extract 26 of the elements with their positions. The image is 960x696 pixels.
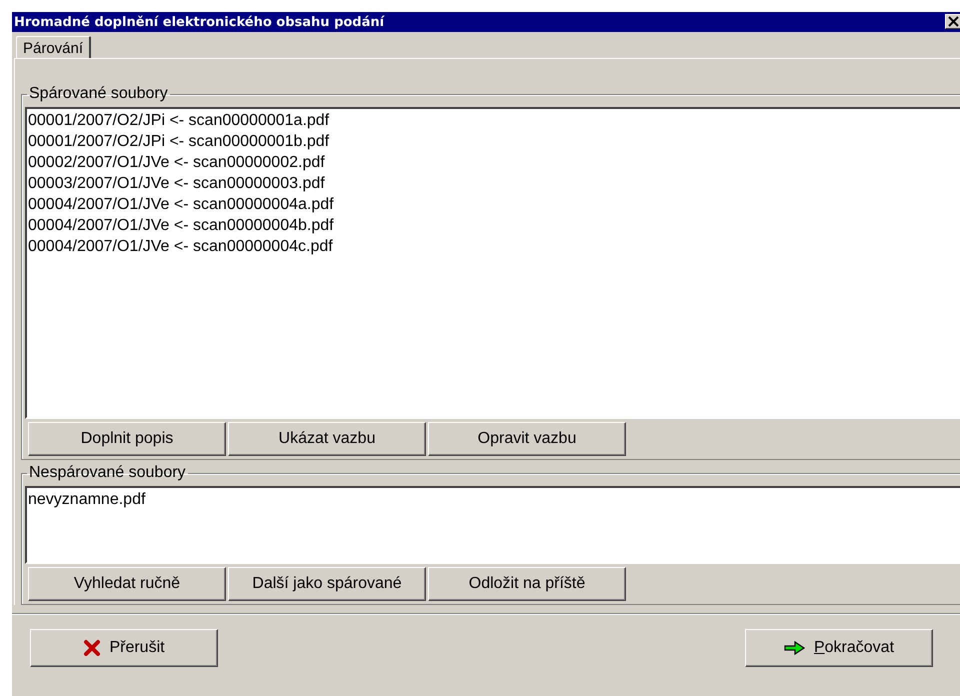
action-button[interactable]: Vyhledat ručně xyxy=(28,567,226,601)
list-item[interactable]: 00002/2007/O1/JVe <- scan00000002.pdf xyxy=(28,152,960,173)
list-item[interactable]: 00003/2007/O1/JVe <- scan00000003.pdf xyxy=(28,173,960,194)
window-title: Hromadné doplnění elektronického obsahu podání xyxy=(14,14,384,30)
list-item[interactable]: 00004/2007/O1/JVe <- scan00000004c.pdf xyxy=(28,236,960,257)
cross-icon xyxy=(83,639,102,657)
list-item[interactable]: 00004/2007/O1/JVe <- scan00000004b.pdf xyxy=(28,215,960,236)
action-button[interactable]: Další jako spárované xyxy=(228,567,426,601)
action-button[interactable]: Doplnit popis xyxy=(28,422,226,456)
action-button[interactable]: Odložit na příště xyxy=(428,567,626,601)
action-button[interactable]: Ukázat vazbu xyxy=(228,422,426,456)
continue-button[interactable]: Pokračovat xyxy=(745,629,933,667)
list-item[interactable]: 00001/2007/O2/JPi <- scan00000001a.pdf xyxy=(28,110,960,131)
file-list[interactable] xyxy=(25,107,960,419)
close-button[interactable] xyxy=(945,14,960,29)
action-button[interactable]: Opravit vazbu xyxy=(428,422,626,456)
group-label: Spárované soubory xyxy=(28,85,169,103)
tab[interactable]: Párování xyxy=(16,36,92,58)
list-item[interactable]: 00001/2007/O2/JPi <- scan00000001b.pdf xyxy=(28,131,960,152)
list-item[interactable]: nevyznamne.pdf xyxy=(28,489,960,510)
file-list[interactable]: nevyznamne.pdf xyxy=(25,486,960,564)
group-label: Nespárované soubory xyxy=(28,464,187,482)
arrow-right-icon xyxy=(784,641,806,655)
close-icon xyxy=(948,16,960,27)
cancel-button[interactable]: Přerušit xyxy=(30,629,218,667)
list-item[interactable]: 00004/2007/O1/JVe <- scan00000004a.pdf xyxy=(28,194,960,215)
